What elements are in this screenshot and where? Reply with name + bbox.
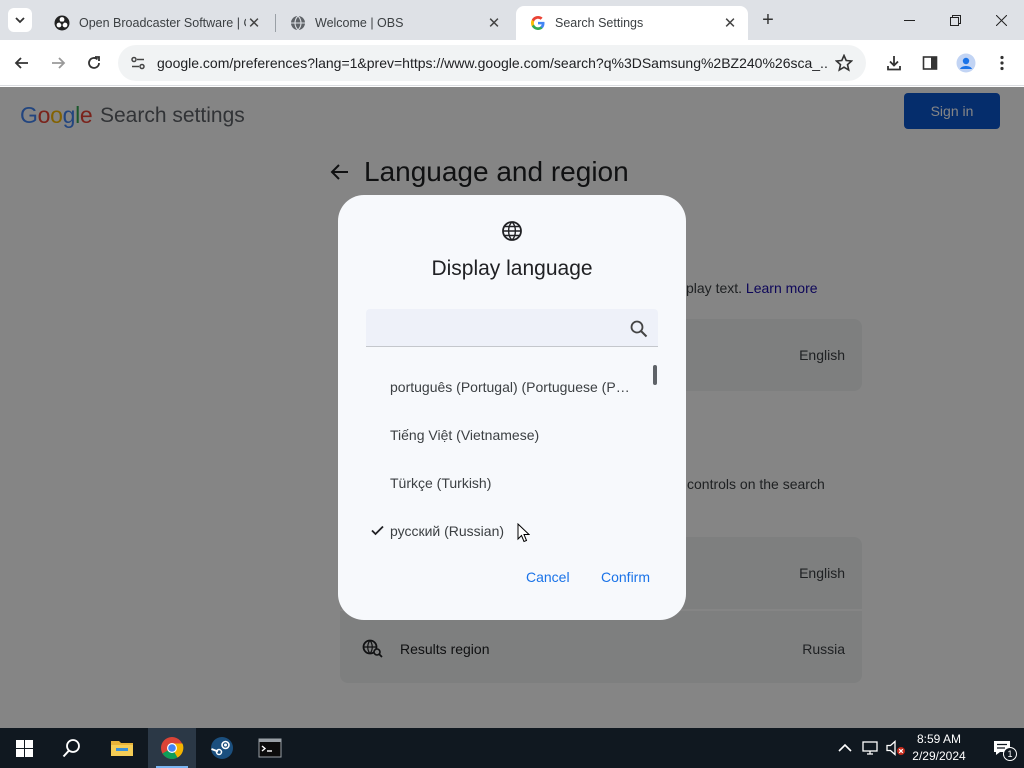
- obs-icon: [54, 15, 70, 31]
- reload-icon: [88, 56, 100, 69]
- downloads-button[interactable]: [878, 47, 910, 79]
- globe-icon: [291, 15, 305, 31]
- site-info-icon[interactable]: [130, 55, 146, 71]
- language-search-input[interactable]: [366, 309, 658, 347]
- side-panel-icon: [922, 56, 938, 70]
- tab-title: Welcome | OBS: [315, 16, 404, 30]
- windows-taskbar: 8:59 AM 2/29/2024 1: [0, 728, 1024, 768]
- checkmark-icon: [371, 525, 384, 536]
- arrow-left-icon: [14, 57, 28, 69]
- profile-button[interactable]: [950, 47, 982, 79]
- restore-button[interactable]: [932, 0, 978, 40]
- bookmark-star-icon[interactable]: [835, 54, 853, 72]
- network-icon[interactable]: [862, 740, 880, 756]
- side-panel-button[interactable]: [914, 47, 946, 79]
- clock-date: 2/29/2024: [912, 749, 966, 763]
- chrome-icon: [161, 737, 184, 759]
- forward-button[interactable]: [42, 47, 74, 79]
- chevron-down-icon: [15, 17, 25, 24]
- url-text[interactable]: google.com/preferences?lang=1&prev=https…: [157, 55, 827, 71]
- google-icon: [531, 16, 545, 30]
- steam-icon: [211, 737, 233, 759]
- cancel-button[interactable]: Cancel: [526, 569, 570, 585]
- tab-obs[interactable]: Open Broadcaster Software | OBS ✕: [40, 6, 272, 40]
- language-option[interactable]: Tiếng Việt (Vietnamese): [390, 427, 636, 443]
- confirm-button[interactable]: Confirm: [601, 569, 650, 585]
- browser-toolbar: google.com/preferences?lang=1&prev=https…: [0, 40, 1024, 86]
- tab-search-settings[interactable]: Search Settings ✕: [516, 6, 748, 40]
- language-option[interactable]: Türkçe (Turkish): [390, 475, 636, 491]
- close-tab-icon[interactable]: ✕: [722, 15, 738, 32]
- language-list-scrollbar[interactable]: [653, 365, 657, 385]
- system-tray: [838, 728, 906, 768]
- close-tab-icon[interactable]: ✕: [486, 15, 502, 32]
- more-vertical-icon: [1000, 55, 1004, 71]
- taskbar-chrome[interactable]: [148, 728, 196, 768]
- close-window-button[interactable]: [978, 0, 1024, 40]
- start-button[interactable]: [0, 728, 48, 768]
- tab-welcome-obs[interactable]: Welcome | OBS ✕: [276, 6, 512, 40]
- taskbar-search-button[interactable]: [48, 728, 96, 768]
- minimize-button[interactable]: [886, 0, 932, 40]
- display-language-dialog: Display language português (Portugal) (P…: [338, 195, 686, 620]
- start-icon: [15, 739, 33, 757]
- address-bar[interactable]: google.com/preferences?lang=1&prev=https…: [118, 45, 866, 81]
- globe-icon: [502, 221, 522, 241]
- taskbar-terminal[interactable]: [246, 728, 294, 768]
- volume-muted-icon[interactable]: [886, 740, 906, 756]
- terminal-icon: [258, 738, 282, 758]
- chevron-up-icon[interactable]: [838, 743, 852, 753]
- clock-time: 8:59 AM: [916, 732, 962, 746]
- search-icon: [630, 320, 648, 338]
- close-tab-icon[interactable]: ✕: [246, 15, 262, 32]
- avatar-icon: [956, 53, 976, 73]
- back-button[interactable]: [6, 47, 38, 79]
- download-icon: [887, 56, 901, 71]
- taskbar-file-explorer[interactable]: [98, 728, 146, 768]
- close-icon: [995, 14, 1007, 26]
- language-option-selected[interactable]: русский (Russian): [390, 523, 636, 539]
- mouse-cursor-icon: [517, 523, 530, 543]
- file-explorer-icon: [111, 741, 133, 756]
- notification-count-badge: 1: [1003, 747, 1017, 761]
- minimize-icon: [903, 19, 915, 21]
- notification-center-button[interactable]: 1: [980, 728, 1024, 768]
- restore-icon: [949, 14, 961, 26]
- tab-title: Open Broadcaster Software | OBS: [79, 16, 246, 30]
- new-tab-button[interactable]: +: [756, 8, 780, 32]
- reload-button[interactable]: [78, 47, 110, 79]
- dialog-title: Display language: [431, 257, 593, 280]
- tab-title: Search Settings: [555, 16, 644, 30]
- menu-button[interactable]: [986, 47, 1018, 79]
- taskbar-steam[interactable]: [198, 728, 246, 768]
- arrow-right-icon: [52, 57, 66, 69]
- search-icon: [62, 739, 80, 758]
- tab-strip: Open Broadcaster Software | OBS ✕ Welcom…: [0, 0, 1024, 40]
- language-option[interactable]: português (Portugal) (Portuguese (Portug…: [390, 379, 636, 395]
- tab-search-dropdown-button[interactable]: [8, 8, 32, 32]
- clock[interactable]: 8:59 AM 2/29/2024: [904, 731, 974, 765]
